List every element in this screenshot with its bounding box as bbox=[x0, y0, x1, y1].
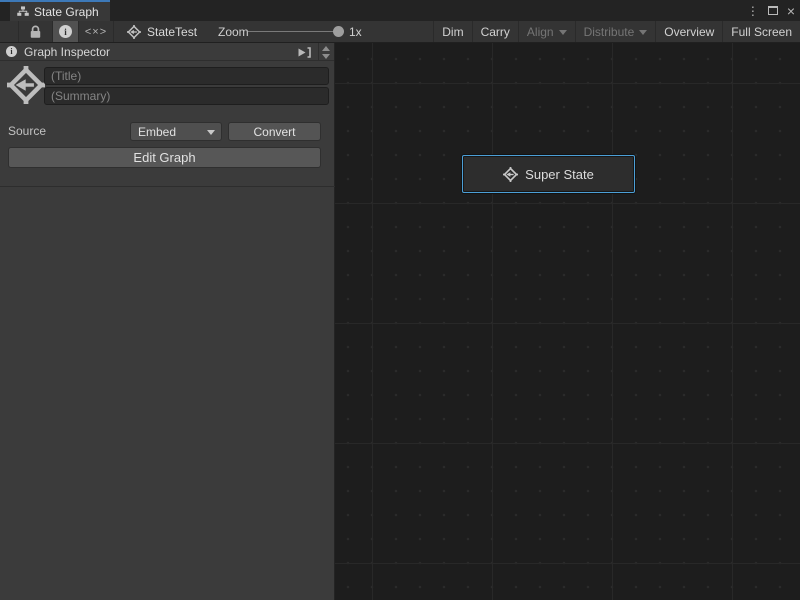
inspector-divider bbox=[0, 186, 335, 187]
overview-label: Overview bbox=[664, 25, 714, 39]
dim-button[interactable]: Dim bbox=[433, 21, 471, 42]
lock-icon bbox=[29, 25, 42, 39]
info-icon: i bbox=[6, 46, 17, 57]
full-screen-label: Full Screen bbox=[731, 25, 792, 39]
state-machine-icon bbox=[127, 25, 141, 39]
tab-state-graph[interactable]: State Graph bbox=[10, 2, 110, 21]
state-machine-icon bbox=[7, 66, 45, 104]
zoom-label: Zoom bbox=[218, 21, 249, 42]
dock-panel-button[interactable] bbox=[295, 45, 313, 59]
edit-graph-label: Edit Graph bbox=[133, 150, 195, 165]
convert-button[interactable]: Convert bbox=[228, 122, 321, 141]
overview-button[interactable]: Overview bbox=[655, 21, 722, 42]
info-toggle-button[interactable]: i bbox=[52, 21, 78, 42]
window-controls: ⋮ × bbox=[747, 0, 795, 21]
graph-inspector-panel: i Graph Inspector Source bbox=[0, 43, 335, 600]
graph-breadcrumb[interactable]: StateTest bbox=[127, 21, 197, 42]
zoom-slider-track bbox=[248, 31, 342, 32]
chevron-down-icon bbox=[559, 30, 567, 35]
edit-graph-button[interactable]: Edit Graph bbox=[8, 147, 321, 168]
source-label: Source bbox=[8, 124, 46, 138]
graph-toolbar: i <×> StateTest Zoom 1x Dim bbox=[0, 21, 800, 43]
code-view-button[interactable]: <×> bbox=[78, 21, 114, 42]
expand-to-window-icon bbox=[297, 47, 312, 58]
full-screen-button[interactable]: Full Screen bbox=[722, 21, 800, 42]
distribute-label: Distribute bbox=[584, 25, 635, 39]
align-label: Align bbox=[527, 25, 554, 39]
info-icon: i bbox=[59, 25, 72, 38]
toolbar-right-group: Dim Carry Align Distribute Overview Full… bbox=[433, 21, 800, 42]
window-menu-icon[interactable]: ⋮ bbox=[747, 5, 759, 17]
convert-label: Convert bbox=[253, 125, 295, 139]
title-bar: State Graph ⋮ × bbox=[0, 0, 800, 21]
arrow-down-icon[interactable] bbox=[322, 54, 330, 59]
zoom-value: 1x bbox=[349, 21, 362, 42]
source-dropdown[interactable]: Embed bbox=[130, 122, 222, 141]
close-icon[interactable]: × bbox=[787, 4, 795, 18]
state-graph-window: State Graph ⋮ × i <×> bbox=[0, 0, 800, 600]
chevron-down-icon bbox=[639, 30, 647, 35]
zoom-slider-knob[interactable] bbox=[333, 26, 344, 37]
graph-canvas[interactable]: Super State bbox=[335, 43, 800, 600]
inspector-header: i Graph Inspector bbox=[0, 43, 334, 61]
maximize-icon[interactable] bbox=[768, 6, 778, 15]
chevron-down-icon bbox=[207, 130, 215, 135]
title-field[interactable] bbox=[44, 67, 329, 85]
dim-label: Dim bbox=[442, 25, 463, 39]
carry-button[interactable]: Carry bbox=[472, 21, 518, 42]
node-label: Super State bbox=[525, 167, 594, 182]
source-dropdown-value: Embed bbox=[131, 125, 207, 139]
graph-name: StateTest bbox=[147, 25, 197, 39]
state-machine-icon bbox=[503, 167, 518, 182]
summary-field[interactable] bbox=[44, 87, 329, 105]
tab-title: State Graph bbox=[34, 5, 99, 19]
carry-label: Carry bbox=[481, 25, 510, 39]
zoom-slider[interactable] bbox=[248, 21, 342, 42]
panel-scroll-arrows[interactable] bbox=[318, 43, 333, 61]
lock-button[interactable] bbox=[18, 21, 52, 42]
distribute-button[interactable]: Distribute bbox=[575, 21, 656, 42]
super-state-node[interactable]: Super State bbox=[462, 155, 635, 193]
align-button[interactable]: Align bbox=[518, 21, 575, 42]
inspector-title: Graph Inspector bbox=[24, 45, 110, 59]
code-icon: <×> bbox=[85, 26, 107, 38]
arrow-up-icon[interactable] bbox=[322, 46, 330, 51]
graph-hierarchy-icon bbox=[17, 6, 29, 17]
